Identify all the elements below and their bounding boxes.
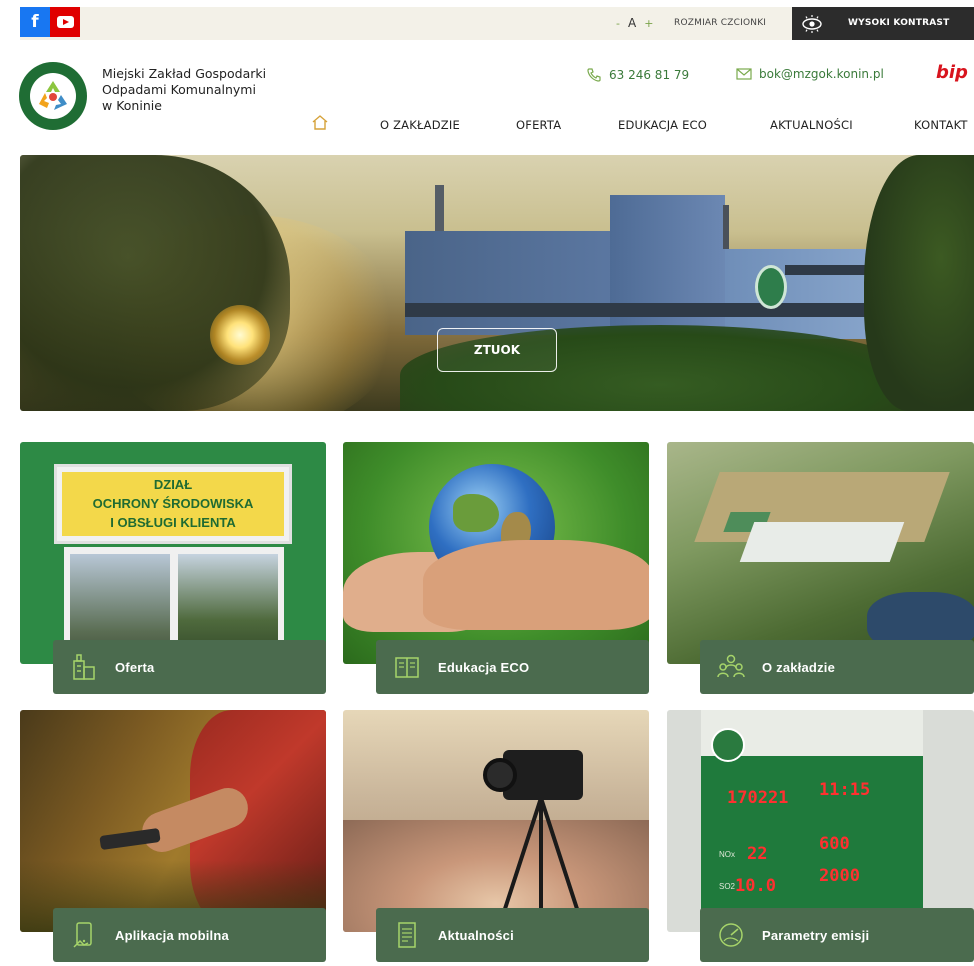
tile-o-zakladzie-label: O zakładzie <box>762 659 836 675</box>
tile-aplikacja-mobilna-label: Aplikacja mobilna <box>115 927 229 943</box>
youtube-link[interactable] <box>50 7 80 37</box>
font-size-label: ROZMIAR CZCIONKI <box>674 18 767 28</box>
book-icon <box>390 650 424 684</box>
mail-icon <box>736 68 752 80</box>
phone-number: 63 246 81 79 <box>609 68 690 82</box>
facebook-link[interactable]: f <box>20 7 50 37</box>
tile-edukacja-eco[interactable]: Edukacja ECO <box>376 640 649 694</box>
nav-edukacja-eco[interactable]: EDUKACJA ECO <box>618 118 707 132</box>
email-address: bok@mzgok.konin.pl <box>759 67 884 81</box>
board-so2-value2: 2000 <box>819 866 860 886</box>
board-date: 170221 <box>727 788 789 808</box>
tile-parametry-image[interactable]: 170221 11:15 NOx 22 600 SO2 10.0 2000 <box>667 710 974 932</box>
board-so2-label: SO2 <box>719 882 736 891</box>
tile-aktualnosci-image[interactable] <box>343 710 649 932</box>
font-reset-button[interactable]: A <box>628 16 636 30</box>
building-icon <box>67 650 101 684</box>
tile-aktualnosci[interactable]: Aktualności <box>376 908 649 962</box>
nav-oferta[interactable]: OFERTA <box>516 118 561 132</box>
youtube-icon <box>56 16 74 28</box>
phone-link[interactable]: 63 246 81 79 <box>586 67 689 83</box>
org-name-line1: Miejski Zakład Gospodarki <box>102 66 267 81</box>
board-time: 11:15 <box>819 780 871 800</box>
hero-banner: ZTUOK <box>20 155 974 411</box>
mobile-icon <box>67 918 101 952</box>
org-name-line2: Odpadami Komunalnymi <box>102 82 256 97</box>
board-so2-value1: 10.0 <box>735 876 776 896</box>
tile-oferta-label: Oferta <box>115 659 155 675</box>
tile-o-zakladzie[interactable]: O zakładzie <box>700 640 974 694</box>
high-contrast-label: WYSOKI KONTRAST <box>848 18 950 28</box>
document-icon <box>390 918 424 952</box>
tile-parametry-emisji[interactable]: Parametry emisji <box>700 908 974 962</box>
email-link[interactable]: bok@mzgok.konin.pl <box>736 67 884 81</box>
high-contrast-button[interactable]: WYSOKI KONTRAST <box>792 7 974 40</box>
org-name[interactable]: Miejski Zakład Gospodarki Odpadami Komun… <box>102 66 266 114</box>
nav-aktualnosci[interactable]: AKTUALNOŚCI <box>770 118 853 132</box>
tile-o-zakladzie-image[interactable] <box>667 442 974 664</box>
org-name-line3: w Koninie <box>102 98 162 113</box>
font-decrease-button[interactable]: - <box>616 17 620 30</box>
facebook-icon: f <box>31 12 39 32</box>
board-nox-value2: 600 <box>819 834 850 854</box>
people-icon <box>714 650 748 684</box>
plant-building <box>405 185 885 345</box>
top-bar: f - A + ROZMIAR CZCIONKI WYSOKI KONTRAST <box>20 7 974 40</box>
tile-aplikacja-mobilna[interactable]: Aplikacja mobilna <box>53 908 326 962</box>
font-size-controls: - A + <box>616 16 653 30</box>
nav-o-zakladzie[interactable]: O ZAKŁADZIE <box>380 118 460 132</box>
tile-oferta-image[interactable]: DZIAŁ OCHRONY ŚRODOWISKA I OBSŁUGI KLIEN… <box>20 442 326 664</box>
nav-kontakt[interactable]: KONTAKT <box>914 118 968 132</box>
phone-icon <box>587 68 601 82</box>
tile-edukacja-eco-label: Edukacja ECO <box>438 659 530 675</box>
tile-edukacja-image[interactable] <box>343 442 649 664</box>
board-nox-label: NOx <box>719 850 735 859</box>
tile-oferta[interactable]: Oferta <box>53 640 326 694</box>
board-nox-value1: 22 <box>747 844 768 864</box>
office-sign: DZIAŁ OCHRONY ŚRODOWISKA I OBSŁUGI KLIEN… <box>62 472 284 536</box>
tile-aplikacja-image[interactable] <box>20 710 326 932</box>
tile-parametry-emisji-label: Parametry emisji <box>762 927 870 943</box>
recycle-icon <box>30 73 76 119</box>
bip-label: bip <box>936 62 968 83</box>
font-increase-button[interactable]: + <box>644 17 653 30</box>
logo[interactable] <box>19 62 87 130</box>
eye-icon <box>798 11 826 37</box>
gauge-icon <box>714 918 748 952</box>
sun <box>210 305 270 365</box>
tile-aktualnosci-label: Aktualności <box>438 927 514 943</box>
home-icon[interactable] <box>311 114 329 134</box>
bip-link[interactable]: bip <box>936 62 968 83</box>
ztuok-button[interactable]: ZTUOK <box>437 328 557 372</box>
